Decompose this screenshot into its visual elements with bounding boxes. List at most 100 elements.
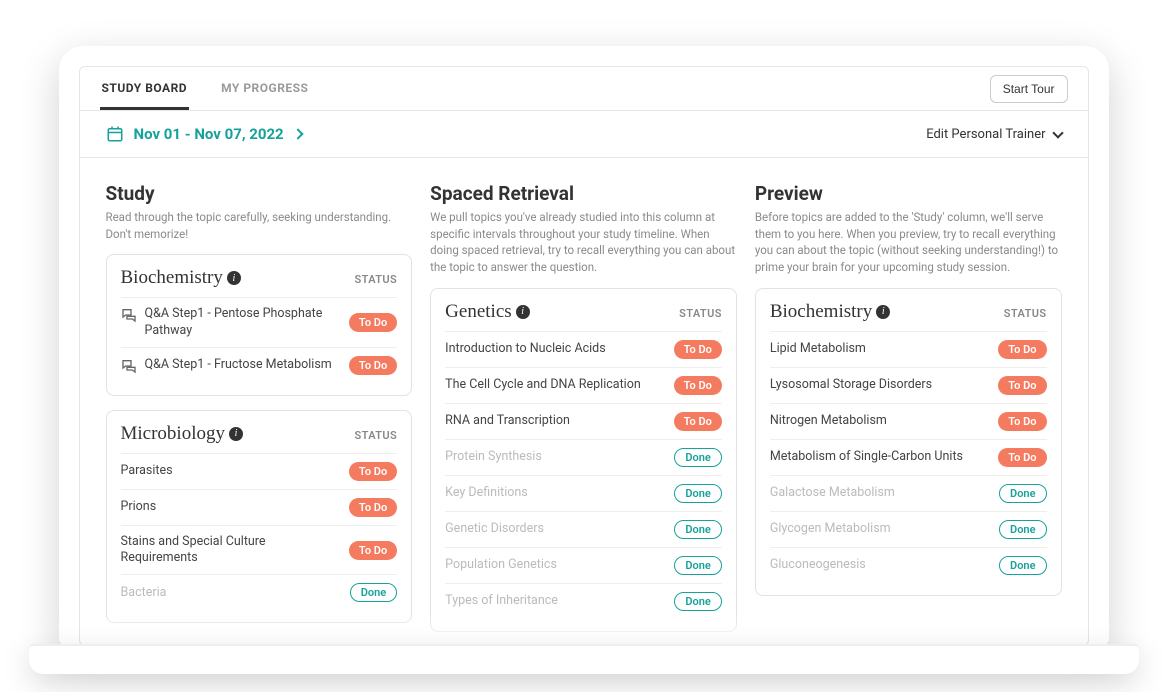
card-header: Geneticsi STATUS bbox=[445, 301, 722, 323]
topic-label: Prions bbox=[121, 499, 339, 515]
card-title: Microbiologyi bbox=[121, 423, 244, 445]
topic-label: Types of Inheritance bbox=[445, 593, 664, 609]
status-header: STATUS bbox=[679, 307, 722, 320]
subheader: Nov 01 - Nov 07, 2022 Edit Personal Trai… bbox=[80, 111, 1088, 158]
topic-row[interactable]: Population Genetics Done bbox=[445, 547, 722, 583]
qa-icon bbox=[121, 307, 137, 323]
topic-row[interactable]: Lysosomal Storage DisordersTo Do bbox=[770, 367, 1047, 403]
topic-row[interactable]: Genetic DisordersDone bbox=[445, 511, 722, 547]
status-badge[interactable]: Done bbox=[674, 484, 721, 503]
status-badge[interactable]: Done bbox=[674, 520, 721, 539]
status-badge[interactable]: To Do bbox=[998, 412, 1046, 431]
column-study: Study Read through the topic carefully, … bbox=[106, 182, 413, 645]
topic-row[interactable]: Q&A Step1 - Fructose Metabolism To Do bbox=[121, 347, 398, 383]
topic-row[interactable]: The Cell Cycle and DNA Replication To Do bbox=[445, 367, 722, 403]
topic-label: Protein Synthesis bbox=[445, 449, 664, 465]
topic-label: Glycogen Metabolism bbox=[770, 521, 989, 537]
column-desc: We pull topics you've already studied in… bbox=[430, 209, 737, 276]
topic-row[interactable]: Stains and Special Culture RequirementsT… bbox=[121, 525, 398, 575]
date-range-picker[interactable]: Nov 01 - Nov 07, 2022 bbox=[106, 125, 302, 143]
topic-row[interactable]: Protein Synthesis Done bbox=[445, 439, 722, 475]
status-badge[interactable]: To Do bbox=[349, 541, 397, 560]
chevron-right-icon bbox=[292, 128, 303, 139]
edit-trainer-label: Edit Personal Trainer bbox=[926, 127, 1045, 142]
status-badge[interactable]: Done bbox=[999, 520, 1046, 539]
topic-label: The Cell Cycle and DNA Replication bbox=[445, 377, 663, 393]
topic-label: Q&A Step1 - Pentose Phosphate Pathway bbox=[121, 306, 339, 339]
topic-row[interactable]: Glycogen Metabolism Done bbox=[770, 511, 1047, 547]
topic-label: Bacteria bbox=[121, 585, 340, 601]
header: STUDY BOARD MY PROGRESS Start Tour bbox=[80, 67, 1088, 111]
card-title: Biochemistryi bbox=[770, 301, 890, 323]
topic-label: Population Genetics bbox=[445, 557, 664, 573]
column-title: Study bbox=[106, 182, 413, 205]
topic-row[interactable]: RNA and Transcription To Do bbox=[445, 403, 722, 439]
column-spaced-retrieval: Spaced Retrieval We pull topics you've a… bbox=[430, 182, 737, 645]
status-badge[interactable]: To Do bbox=[998, 376, 1046, 395]
column-title: Spaced Retrieval bbox=[430, 182, 737, 205]
topic-row[interactable]: Q&A Step1 - Pentose Phosphate Pathway To … bbox=[121, 297, 398, 347]
topic-row[interactable]: Parasites To Do bbox=[121, 453, 398, 489]
topic-row[interactable]: Gluconeogenesis Done bbox=[770, 547, 1047, 583]
status-badge[interactable]: To Do bbox=[349, 462, 397, 481]
board-columns: Study Read through the topic carefully, … bbox=[80, 158, 1088, 645]
status-badge[interactable]: To Do bbox=[349, 356, 397, 375]
column-title: Preview bbox=[755, 182, 1062, 205]
start-tour-button[interactable]: Start Tour bbox=[990, 75, 1068, 103]
card-title: Geneticsi bbox=[445, 301, 529, 323]
info-icon[interactable]: i bbox=[229, 427, 243, 441]
status-badge[interactable]: To Do bbox=[349, 498, 397, 517]
status-header: STATUS bbox=[354, 273, 397, 286]
status-badge[interactable]: Done bbox=[999, 484, 1046, 503]
app-screen: STUDY BOARD MY PROGRESS Start Tour Nov 0… bbox=[79, 66, 1089, 646]
topic-row[interactable]: Prions To Do bbox=[121, 489, 398, 525]
status-badge[interactable]: Done bbox=[674, 592, 721, 611]
date-range-text: Nov 01 - Nov 07, 2022 bbox=[134, 125, 284, 143]
topic-row[interactable]: Bacteria Done bbox=[121, 574, 398, 610]
card-header: Biochemistryi STATUS bbox=[121, 267, 398, 289]
column-desc: Before topics are added to the 'Study' c… bbox=[755, 209, 1062, 276]
topic-label: Key Definitions bbox=[445, 485, 664, 501]
status-badge[interactable]: To Do bbox=[674, 412, 722, 431]
topic-label: Q&A Step1 - Fructose Metabolism bbox=[121, 357, 339, 374]
topic-row[interactable]: Lipid Metabolism To Do bbox=[770, 331, 1047, 367]
chevron-down-icon bbox=[1052, 127, 1063, 138]
info-icon[interactable]: i bbox=[516, 305, 530, 319]
edit-personal-trainer[interactable]: Edit Personal Trainer bbox=[926, 127, 1061, 142]
column-preview: Preview Before topics are added to the '… bbox=[755, 182, 1062, 645]
tab-study-board[interactable]: STUDY BOARD bbox=[100, 67, 190, 110]
topic-label: Galactose Metabolism bbox=[770, 485, 989, 501]
tab-my-progress[interactable]: MY PROGRESS bbox=[219, 67, 310, 110]
laptop-base bbox=[29, 644, 1139, 674]
topic-row[interactable]: Galactose Metabolism Done bbox=[770, 475, 1047, 511]
topic-row[interactable]: Nitrogen Metabolism To Do bbox=[770, 403, 1047, 439]
info-icon[interactable]: i bbox=[876, 305, 890, 319]
topic-row[interactable]: Types of Inheritance Done bbox=[445, 583, 722, 619]
status-badge[interactable]: Done bbox=[674, 556, 721, 575]
topic-label: Gluconeogenesis bbox=[770, 557, 989, 573]
status-badge[interactable]: Done bbox=[350, 583, 397, 602]
status-badge[interactable]: To Do bbox=[998, 340, 1046, 359]
subject-card: Geneticsi STATUS Introduction to Nucleic A… bbox=[430, 288, 737, 632]
status-badge[interactable]: To Do bbox=[674, 340, 722, 359]
topic-row[interactable]: Introduction to Nucleic AcidsTo Do bbox=[445, 331, 722, 367]
column-desc: Read through the topic carefully, seekin… bbox=[106, 209, 413, 242]
topic-label: Parasites bbox=[121, 463, 339, 479]
qa-icon bbox=[121, 358, 137, 374]
topic-label: RNA and Transcription bbox=[445, 413, 663, 429]
info-icon[interactable]: i bbox=[227, 271, 241, 285]
topic-row[interactable]: Key Definitions Done bbox=[445, 475, 722, 511]
status-badge[interactable]: Done bbox=[674, 448, 721, 467]
card-header: Biochemistryi STATUS bbox=[770, 301, 1047, 323]
topic-row[interactable]: Metabolism of Single-Carbon UnitsTo Do bbox=[770, 439, 1047, 475]
topic-label: Nitrogen Metabolism bbox=[770, 413, 988, 429]
subject-card: Biochemistryi STATUS Q&A Step1 - Pentose P… bbox=[106, 254, 413, 396]
status-badge[interactable]: To Do bbox=[998, 448, 1046, 467]
status-header: STATUS bbox=[1004, 307, 1047, 320]
status-badge[interactable]: To Do bbox=[674, 376, 722, 395]
status-badge[interactable]: Done bbox=[999, 556, 1046, 575]
topic-label: Lipid Metabolism bbox=[770, 341, 988, 357]
status-header: STATUS bbox=[354, 429, 397, 442]
card-title: Biochemistryi bbox=[121, 267, 241, 289]
status-badge[interactable]: To Do bbox=[349, 313, 397, 332]
